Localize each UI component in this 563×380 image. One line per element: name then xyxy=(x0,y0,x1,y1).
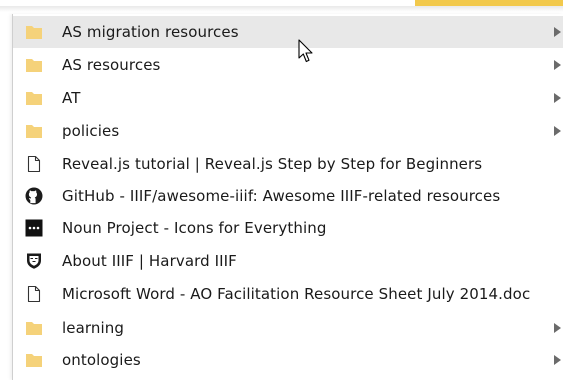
chevron-right-icon xyxy=(554,93,561,103)
chevron-right-icon xyxy=(554,27,561,37)
menu-item-learning[interactable]: learning xyxy=(13,312,563,344)
menu-item-label: GitHub - IIIF/awesome-iiif: Awesome IIIF… xyxy=(62,187,501,205)
menu-item-label: learning xyxy=(62,319,124,337)
menu-item-label: AS migration resources xyxy=(62,23,239,41)
menu-item-ontologies[interactable]: ontologies xyxy=(13,344,563,376)
harvard-shield-icon xyxy=(25,252,43,270)
menu-item-label: ontologies xyxy=(62,351,141,369)
menu-item-noun-project[interactable]: Noun Project - Icons for Everything xyxy=(13,212,563,244)
menu-item-as-resources[interactable]: AS resources xyxy=(13,49,563,81)
menu-item-ms-word-ao-facilitation[interactable]: Microsoft Word - AO Facilitation Resourc… xyxy=(13,278,563,310)
bookmarks-menu: AS migration resources AS resources AT p… xyxy=(12,14,563,380)
menu-item-github-awesome-iiif[interactable]: GitHub - IIIF/awesome-iiif: Awesome IIIF… xyxy=(13,180,563,212)
chevron-right-icon xyxy=(554,323,561,333)
chevron-right-icon xyxy=(554,355,561,365)
github-icon xyxy=(25,187,43,205)
menu-item-label: policies xyxy=(62,122,120,140)
menu-item-as-migration-resources[interactable]: AS migration resources xyxy=(13,16,563,48)
menu-item-label: Reveal.js tutorial | Reveal.js Step by S… xyxy=(62,155,483,173)
folder-icon xyxy=(25,122,43,140)
page-icon xyxy=(25,285,43,303)
folder-icon xyxy=(25,351,43,369)
menu-item-label: Noun Project - Icons for Everything xyxy=(62,219,327,237)
chevron-right-icon xyxy=(554,60,561,70)
menu-item-label: AT xyxy=(62,89,81,107)
chevron-right-icon xyxy=(554,126,561,136)
toolbar-shadow xyxy=(0,6,563,12)
folder-icon xyxy=(25,23,43,41)
menu-item-about-iiif-harvard[interactable]: About IIIF | Harvard IIIF xyxy=(13,245,563,277)
menu-item-revealjs-tutorial[interactable]: Reveal.js tutorial | Reveal.js Step by S… xyxy=(13,148,563,180)
folder-icon xyxy=(25,89,43,107)
menu-item-at[interactable]: AT xyxy=(13,82,563,114)
menu-item-label: AS resources xyxy=(62,56,161,74)
menu-item-label: Microsoft Word - AO Facilitation Resourc… xyxy=(62,285,531,303)
menu-item-policies[interactable]: policies xyxy=(13,115,563,147)
noun-project-icon xyxy=(25,219,43,237)
folder-icon xyxy=(25,56,43,74)
top-strip xyxy=(0,0,563,12)
page-icon xyxy=(25,155,43,173)
menu-item-label: About IIIF | Harvard IIIF xyxy=(62,252,237,270)
folder-icon xyxy=(25,319,43,337)
